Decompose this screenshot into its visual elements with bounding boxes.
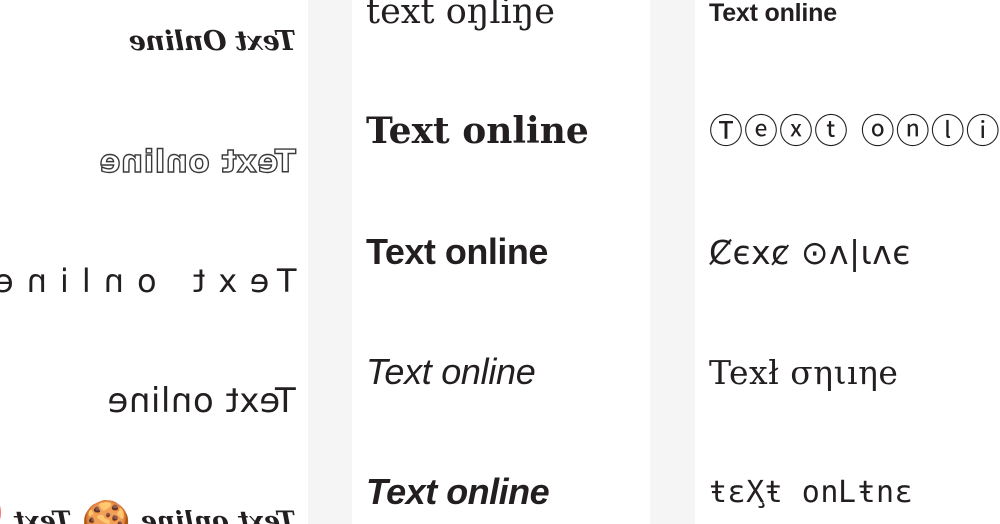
sans-italic-sample[interactable]: Text online <box>366 353 536 391</box>
text-style-row[interactable]: Texł σηιıηe <box>695 313 1000 433</box>
unicode-substitution-column: Text online Ⓣⓔⓧⓣ ⓞⓝⓛⓘⓝⓔ Ȼєxȼ ⊙ʌ|ιʌє Texł… <box>695 0 1000 524</box>
text-style-row[interactable]: ŧɛX̧ŧ onԼŧnɛ <box>695 433 1000 524</box>
text-style-row[interactable]: Ⓣⓔⓧⓣ ⓞⓝⓛⓘⓝⓔ <box>695 73 1000 193</box>
column-gutter-left <box>308 0 352 524</box>
text-style-row[interactable]: Text online <box>0 342 308 462</box>
unicode-style-a-sample[interactable]: Ȼєxȼ ⊙ʌ|ιʌє <box>709 235 911 271</box>
mirrored-wide-spaced-sample[interactable]: Text online <box>0 262 296 300</box>
text-style-row[interactable]: tēxt oŋliŋē <box>352 0 650 72</box>
cookie-emoji: 🍪 <box>81 499 132 524</box>
serif-unicode-sample[interactable]: tēxt oŋliŋē <box>366 0 555 30</box>
mirrored-emoji-sample[interactable]: Text online 🍪 Text 🎀 🐏 <box>0 499 296 524</box>
ribbon-emoji: 🎀 <box>0 499 4 524</box>
emoji-row-text-1: Text online <box>141 506 296 524</box>
fancy-text-results-stage: Text Online Text online Text online Text… <box>0 0 1000 524</box>
sans-medium-sample[interactable]: Text online <box>709 0 837 26</box>
text-style-row[interactable]: Text online <box>0 102 308 222</box>
text-style-row[interactable]: Text online <box>352 432 650 524</box>
column-gutter-right <box>650 0 695 524</box>
text-style-row[interactable]: Text online <box>0 222 308 342</box>
text-style-row[interactable]: Ȼєxȼ ⊙ʌ|ιʌє <box>695 193 1000 313</box>
text-style-row[interactable]: Text Online <box>0 0 308 102</box>
circled-letters-sample[interactable]: Ⓣⓔⓧⓣ ⓞⓝⓛⓘⓝⓔ <box>709 114 1000 151</box>
unicode-style-c-sample[interactable]: ŧɛX̧ŧ onԼŧnɛ <box>709 477 913 509</box>
unicode-style-b-sample[interactable]: Texł σηιıηe <box>709 355 898 391</box>
emoji-row-text-2: Text <box>13 506 72 524</box>
mirrored-handwriting-sample[interactable]: Text online <box>107 381 296 421</box>
mirrored-text-column: Text Online Text online Text online Text… <box>0 0 308 524</box>
text-style-row[interactable]: Text online 🍪 Text 🎀 🐏 <box>0 462 308 524</box>
sans-bold-italic-sample[interactable]: Text online <box>366 473 550 511</box>
text-style-row[interactable]: Text online <box>352 72 650 192</box>
mirrored-script-sample[interactable]: Text Online <box>129 26 296 57</box>
sans-bold-sample[interactable]: Text online <box>366 233 548 271</box>
text-style-row[interactable]: Text online <box>695 0 1000 73</box>
text-style-row[interactable]: Text online <box>352 192 650 312</box>
mirrored-outline-sample[interactable]: Text online <box>98 143 296 180</box>
text-style-row[interactable]: Text online <box>352 312 650 432</box>
serif-bold-sample[interactable]: Text online <box>366 112 589 151</box>
standard-font-column: tēxt oŋliŋē Text online Text online Text… <box>352 0 650 524</box>
